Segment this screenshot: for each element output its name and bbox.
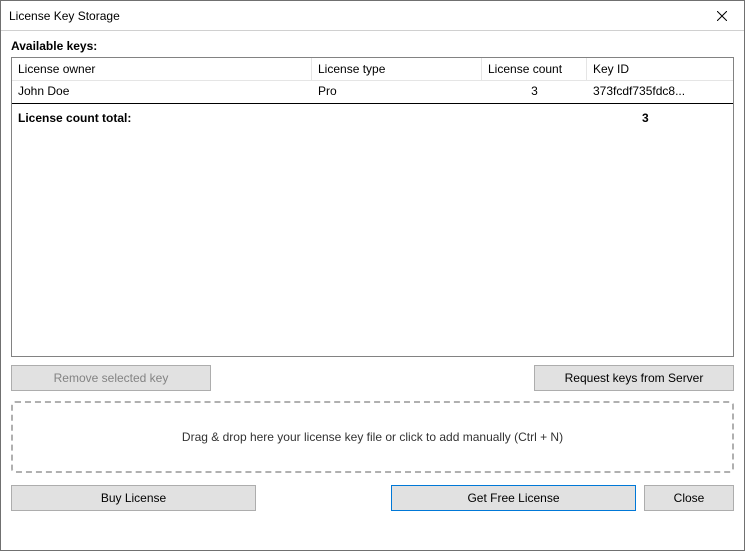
cell-type: Pro bbox=[312, 84, 482, 98]
col-header-owner[interactable]: License owner bbox=[12, 58, 312, 81]
request-keys-button[interactable]: Request keys from Server bbox=[534, 365, 734, 391]
mid-button-row: Remove selected key Request keys from Se… bbox=[11, 365, 734, 391]
col-header-keyid[interactable]: Key ID bbox=[587, 58, 733, 81]
remove-selected-key-button: Remove selected key bbox=[11, 365, 211, 391]
cell-count: 3 bbox=[482, 84, 587, 98]
spacer bbox=[264, 485, 383, 511]
license-key-storage-window: License Key Storage Available keys: Lice… bbox=[0, 0, 745, 551]
spacer bbox=[219, 365, 526, 391]
close-button[interactable]: Close bbox=[644, 485, 734, 511]
cell-keyid: 373fcdf735fdc8... bbox=[587, 84, 733, 98]
bottom-button-row: Buy License Get Free License Close bbox=[11, 485, 734, 511]
titlebar: License Key Storage bbox=[1, 1, 744, 31]
content-area: Available keys: License owner License ty… bbox=[1, 31, 744, 550]
table-row[interactable]: John Doe Pro 3 373fcdf735fdc8... bbox=[12, 81, 733, 101]
dropzone[interactable]: Drag & drop here your license key file o… bbox=[11, 401, 734, 473]
total-value: 3 bbox=[636, 111, 733, 125]
total-label: License count total: bbox=[12, 111, 636, 125]
keys-table: License owner License type License count… bbox=[11, 57, 734, 357]
total-row: License count total: 3 bbox=[12, 103, 733, 131]
cell-owner: John Doe bbox=[12, 84, 312, 98]
buy-license-button[interactable]: Buy License bbox=[11, 485, 256, 511]
dropzone-text: Drag & drop here your license key file o… bbox=[182, 430, 563, 444]
window-title: License Key Storage bbox=[9, 9, 699, 23]
get-free-license-button[interactable]: Get Free License bbox=[391, 485, 636, 511]
table-header-row: License owner License type License count… bbox=[12, 58, 733, 81]
close-icon[interactable] bbox=[699, 1, 744, 30]
col-header-type[interactable]: License type bbox=[312, 58, 482, 81]
available-keys-label: Available keys: bbox=[11, 39, 734, 53]
col-header-count[interactable]: License count bbox=[482, 58, 587, 81]
